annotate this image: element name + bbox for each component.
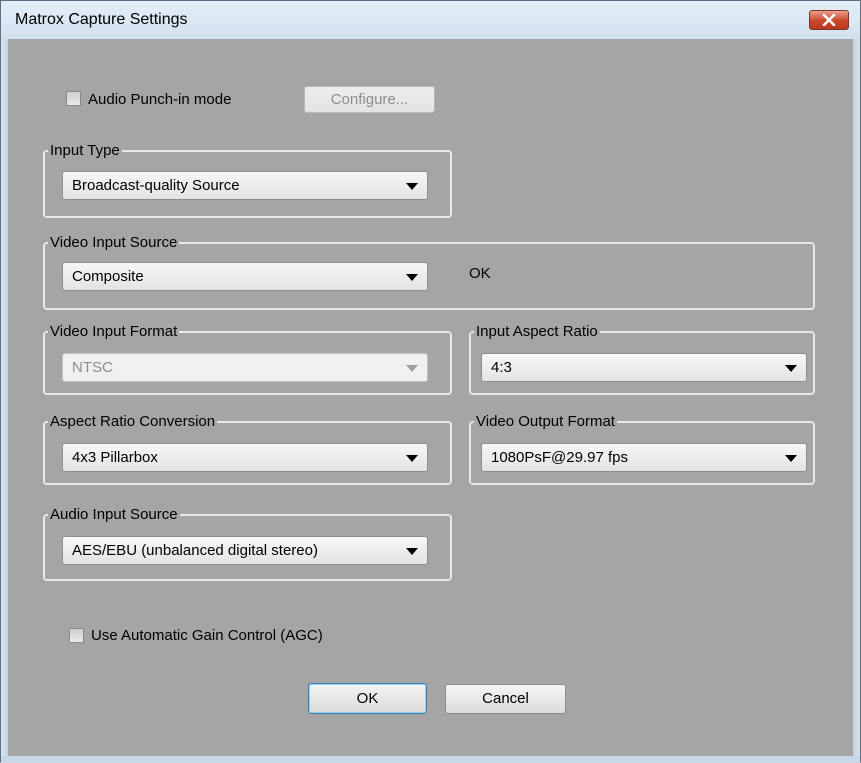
chevron-down-icon (406, 274, 418, 281)
aspect-ratio-conversion-group: Aspect Ratio Conversion 4x3 Pillarbox (43, 413, 452, 485)
audio-input-source-value: AES/EBU (unbalanced digital stereo) (72, 542, 318, 559)
video-input-format-group: Video Input Format NTSC (43, 323, 452, 395)
input-aspect-ratio-group: Input Aspect Ratio 4:3 (469, 323, 815, 395)
title-bar[interactable]: Matrox Capture Settings (1, 1, 860, 40)
dialog-client-area: Audio Punch-in mode Configure... Input T… (8, 39, 853, 756)
video-input-source-value: Composite (72, 268, 144, 285)
ok-button[interactable]: OK (308, 683, 427, 714)
audio-punch-in-label[interactable]: Audio Punch-in mode (88, 91, 231, 108)
chevron-down-icon (406, 455, 418, 462)
audio-input-source-dropdown[interactable]: AES/EBU (unbalanced digital stereo) (62, 536, 428, 565)
input-aspect-ratio-value: 4:3 (491, 359, 512, 376)
window-frame-left (1, 39, 8, 763)
chevron-down-icon (406, 548, 418, 555)
input-type-group: Input Type Broadcast-quality Source (43, 142, 452, 218)
input-aspect-ratio-dropdown[interactable]: 4:3 (481, 353, 807, 382)
close-button[interactable] (809, 10, 849, 30)
video-input-format-value: NTSC (72, 359, 113, 376)
input-type-dropdown[interactable]: Broadcast-quality Source (62, 171, 428, 200)
aspect-ratio-conversion-value: 4x3 Pillarbox (72, 449, 158, 466)
video-input-source-dropdown[interactable]: Composite (62, 262, 428, 291)
chevron-down-icon (785, 365, 797, 372)
chevron-down-icon (785, 455, 797, 462)
video-output-format-dropdown[interactable]: 1080PsF@29.97 fps (481, 443, 807, 472)
window-title: Matrox Capture Settings (15, 11, 188, 28)
cancel-button[interactable]: Cancel (445, 684, 566, 714)
input-type-legend: Input Type (48, 142, 122, 160)
audio-punch-in-checkbox[interactable] (66, 91, 81, 106)
chevron-down-icon (406, 183, 418, 190)
chevron-down-icon (406, 365, 418, 372)
audio-input-source-legend: Audio Input Source (48, 506, 180, 524)
configure-button[interactable]: Configure... (304, 86, 435, 113)
aspect-ratio-conversion-legend: Aspect Ratio Conversion (48, 413, 218, 431)
agc-label[interactable]: Use Automatic Gain Control (AGC) (91, 627, 323, 644)
video-input-source-group: Video Input Source Composite OK (43, 234, 815, 310)
input-aspect-ratio-legend: Input Aspect Ratio (474, 323, 600, 341)
agc-checkbox[interactable] (69, 628, 84, 643)
window-frame-right (853, 39, 860, 763)
video-input-source-legend: Video Input Source (48, 234, 180, 252)
video-output-format-value: 1080PsF@29.97 fps (491, 449, 628, 466)
capture-settings-dialog: Matrox Capture Settings Audio Punch-in m… (0, 0, 861, 763)
video-output-format-group: Video Output Format 1080PsF@29.97 fps (469, 413, 815, 485)
audio-input-source-group: Audio Input Source AES/EBU (unbalanced d… (43, 506, 452, 581)
video-input-format-legend: Video Input Format (48, 323, 180, 341)
close-icon (822, 14, 836, 26)
video-input-status: OK (469, 265, 491, 282)
aspect-ratio-conversion-dropdown[interactable]: 4x3 Pillarbox (62, 443, 428, 472)
input-type-value: Broadcast-quality Source (72, 177, 240, 194)
video-output-format-legend: Video Output Format (474, 413, 617, 431)
video-input-format-dropdown[interactable]: NTSC (62, 353, 428, 382)
